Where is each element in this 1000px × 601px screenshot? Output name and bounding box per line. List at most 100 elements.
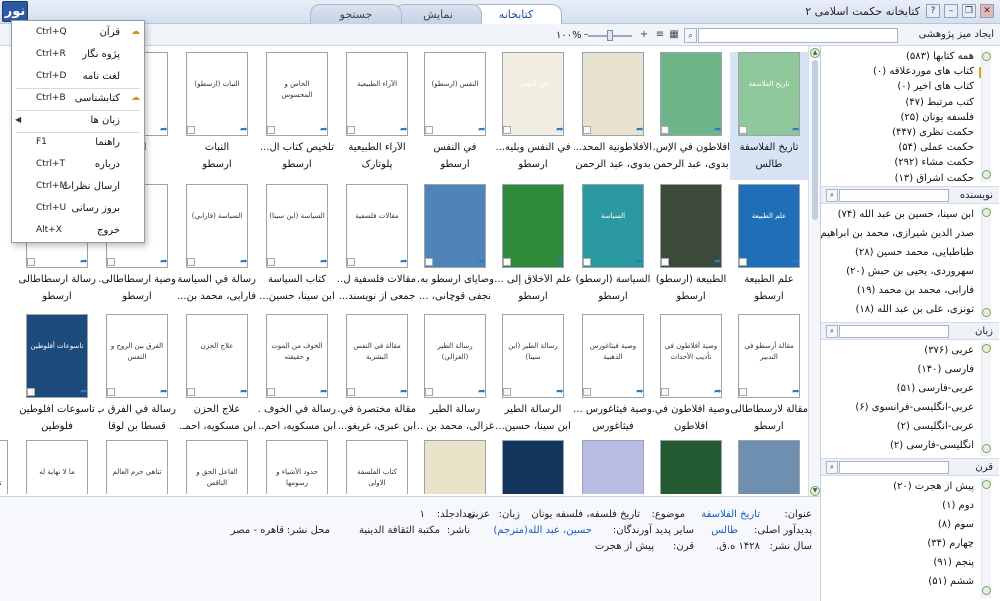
book-cover[interactable]: النبات (ارسطو) [186, 52, 248, 136]
book-cover[interactable]: علاج الحزن [186, 314, 248, 398]
book-item[interactable]: تاريخ الفلاسفة ➦ تاریخ الفلاسفة طالس [730, 52, 808, 180]
open-arrow-icon[interactable]: ➦ [556, 387, 564, 397]
book-item[interactable]: النبات (ارسطو) ➦ النبات ارسطو [178, 52, 256, 180]
menu-item[interactable]: بروز رسانی Ctrl+U [12, 198, 144, 220]
collection-item[interactable]: فلسفه یونان (۲۵) [901, 112, 974, 123]
open-arrow-icon[interactable]: ➦ [400, 387, 408, 397]
favorite-checkbox[interactable] [267, 258, 275, 266]
favorite-checkbox[interactable] [187, 388, 195, 396]
favorite-checkbox[interactable] [661, 126, 669, 134]
book-cover[interactable] [424, 184, 486, 268]
tab-library[interactable]: کتابخانه [470, 4, 562, 25]
open-arrow-icon[interactable]: ➦ [636, 387, 644, 397]
minimize-button[interactable]: – [944, 4, 958, 18]
menu-item[interactable]: ☁ کتابشناسی Ctrl+B [12, 88, 144, 110]
book-cover[interactable]: تناهي جرم العالم [106, 440, 168, 494]
favorite-checkbox[interactable] [503, 388, 511, 396]
book-cover[interactable] [502, 184, 564, 268]
favorite-checkbox[interactable] [503, 258, 511, 266]
favorite-checkbox[interactable] [739, 126, 747, 134]
author-item[interactable]: طباطبایی، محمد حسین (۲۸) [855, 247, 974, 258]
book-cover[interactable]: الفاعل الحق و الناقص [186, 440, 248, 494]
book-cover[interactable] [660, 184, 722, 268]
favorite-checkbox[interactable] [583, 126, 591, 134]
book-item[interactable]: وحدانية الله و تناهي جرم العالم➦ [0, 440, 16, 494]
create-research-desk[interactable]: ایجاد میز پژوهشی [919, 29, 994, 40]
open-arrow-icon[interactable]: ➦ [240, 125, 248, 135]
author-item[interactable]: تونزی، علی بن عبد الله (۱۸) [856, 304, 975, 315]
century-item[interactable]: پنجم (۹۱) [933, 557, 974, 568]
book-cover[interactable]: كتاب الفلسفة الاولى [346, 440, 408, 494]
favorite-checkbox[interactable] [661, 258, 669, 266]
book-item[interactable]: ➦ [652, 440, 730, 494]
book-cover[interactable] [660, 52, 722, 136]
author-item[interactable]: فارابی، محمد بن محمد (۱۹) [857, 285, 974, 296]
language-search-icon[interactable]: ⌕ [826, 325, 838, 338]
book-item[interactable]: الحاس و المحسوس ➦ تلخیص کتاب ال... ارسطو [258, 52, 336, 180]
menu-item[interactable]: ارسال نظرات Ctrl+M [12, 176, 144, 198]
scroll-up-icon[interactable]: ▲ [810, 48, 820, 58]
book-cover[interactable]: علم الطبيعة [738, 184, 800, 268]
help-button[interactable]: ? [926, 4, 940, 18]
favorite-checkbox[interactable] [425, 388, 433, 396]
collection-item[interactable]: کتب مرتبط (۴۷) [905, 97, 974, 108]
open-arrow-icon[interactable]: ➦ [80, 387, 88, 397]
open-arrow-icon[interactable]: ➦ [320, 387, 328, 397]
zoom-out-icon[interactable]: – [580, 29, 592, 41]
favorite-checkbox[interactable] [739, 388, 747, 396]
book-item[interactable]: ➦ علم الأخلاق إلى ... ارسطو [494, 184, 572, 312]
open-arrow-icon[interactable]: ➦ [792, 257, 800, 267]
language-filter-input[interactable] [839, 325, 949, 338]
favorite-checkbox[interactable] [347, 388, 355, 396]
author-item[interactable]: ابن سینا، حسین بن عبد الله (۷۴) [838, 209, 974, 220]
book-item[interactable]: وصية فيثاغورس الذهبية ➦ وصیة فیثاغورس ... ف… [574, 314, 652, 442]
collection-item[interactable]: حکمت عملی (۵۴) [898, 142, 974, 153]
language-item[interactable]: انگلیسی-فارسی (۲) [890, 440, 974, 451]
open-arrow-icon[interactable]: ➦ [320, 257, 328, 267]
favorite-checkbox[interactable] [347, 126, 355, 134]
open-arrow-icon[interactable]: ➦ [160, 387, 168, 397]
book-cover[interactable]: تاسوعات أفلوطين [26, 314, 88, 398]
book-cover[interactable]: وصية أفلاطون في تأديب الأحداث [660, 314, 722, 398]
book-cover[interactable]: رسالة الطير (ابن سينا) [502, 314, 564, 398]
favorite-checkbox[interactable] [583, 388, 591, 396]
maximize-button[interactable]: ❐ [962, 4, 976, 18]
scroll-down-icon[interactable]: ▼ [810, 486, 820, 496]
open-arrow-icon[interactable]: ➦ [792, 125, 800, 135]
menu-item[interactable]: پژوه نگار Ctrl+R [12, 44, 144, 66]
book-cover[interactable]: السياسة (ابن سينا) [266, 184, 328, 268]
favorite-checkbox[interactable] [503, 126, 511, 134]
book-cover[interactable]: النفس (ارسطو) [424, 52, 486, 136]
book-item[interactable]: ➦ أفلاطون في الإس... بدوی، عبد الرحمن [652, 52, 730, 180]
favorite-checkbox[interactable] [583, 258, 591, 266]
collections-scrollbar[interactable] [981, 50, 991, 182]
book-cover[interactable] [502, 440, 564, 494]
book-cover[interactable]: مقالات فلسفية [346, 184, 408, 268]
open-arrow-icon[interactable]: ➦ [636, 125, 644, 135]
favorite-checkbox[interactable] [739, 258, 747, 266]
book-cover[interactable]: السياسة [582, 184, 644, 268]
favorite-checkbox[interactable] [425, 258, 433, 266]
close-button[interactable]: ✕ [980, 4, 994, 18]
favorite-checkbox[interactable] [107, 388, 115, 396]
book-cover[interactable]: مقالة في النفس البشرية [346, 314, 408, 398]
book-item[interactable]: كتاب الفلسفة الاولى➦ [338, 440, 416, 494]
book-cover[interactable]: ما لا نهاية له [26, 440, 88, 494]
book-item[interactable]: الآراء الطبيعية ➦ الآراء الطبیعیة پلوتارک [338, 52, 416, 180]
book-item[interactable]: ➦ وصایای ارسطو به... نجفی قوچانی، ... [416, 184, 494, 312]
book-item[interactable]: ➦ الأفلاطونية المحد... بدوی، عبد الرحمن [574, 52, 652, 180]
century-filter-input[interactable] [839, 461, 949, 474]
open-arrow-icon[interactable]: ➦ [240, 257, 248, 267]
open-arrow-icon[interactable]: ➦ [556, 257, 564, 267]
book-item[interactable]: في النفس ➦ في النفس وبليه... ارسطو [494, 52, 572, 180]
book-item[interactable]: وصية أفلاطون في تأديب الأحداث ➦ وصیة افلاط… [652, 314, 730, 442]
book-item[interactable]: مقالة أرسطو في التدبير ➦ مقالة لارسطاطالی.… [730, 314, 808, 442]
century-item[interactable]: دوم (۱) [942, 500, 974, 511]
book-item[interactable]: ➦ [574, 440, 652, 494]
tab-search[interactable]: جستجو [310, 4, 402, 24]
open-arrow-icon[interactable]: ➦ [160, 125, 168, 135]
book-cover[interactable]: في النفس [502, 52, 564, 136]
favorite-checkbox[interactable] [347, 258, 355, 266]
book-item[interactable]: الفاعل الحق و الناقص➦ [178, 440, 256, 494]
menu-item[interactable]: لغت نامه Ctrl+D [12, 66, 144, 88]
